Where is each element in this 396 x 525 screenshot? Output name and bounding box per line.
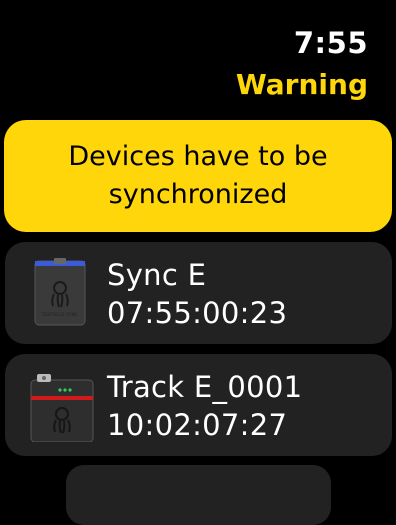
device-row-track-e[interactable]: Track E_0001 10:02:07:27	[5, 354, 392, 456]
warning-message: Devices have to be synchronized	[68, 141, 328, 210]
clock-time: 7:55	[293, 26, 368, 60]
device-name: Track E_0001	[107, 370, 303, 404]
device-row-sync-e[interactable]: TENTACLE SYNC Sync E 07:55:00:23	[5, 242, 392, 344]
device-name: Sync E	[107, 258, 207, 292]
device-timecode: 07:55:00:23	[107, 296, 288, 330]
partial-button[interactable]	[66, 465, 331, 525]
warning-banner[interactable]: Devices have to be synchronized	[4, 120, 392, 232]
page-title: Warning	[235, 68, 368, 101]
device-brand-text: TENTACLE SYNC	[41, 312, 78, 318]
tentacle-track-recorder-icon	[30, 374, 94, 442]
tentacle-sync-device-icon: TENTACLE SYNC	[34, 258, 86, 326]
device-timecode: 10:02:07:27	[107, 408, 288, 442]
